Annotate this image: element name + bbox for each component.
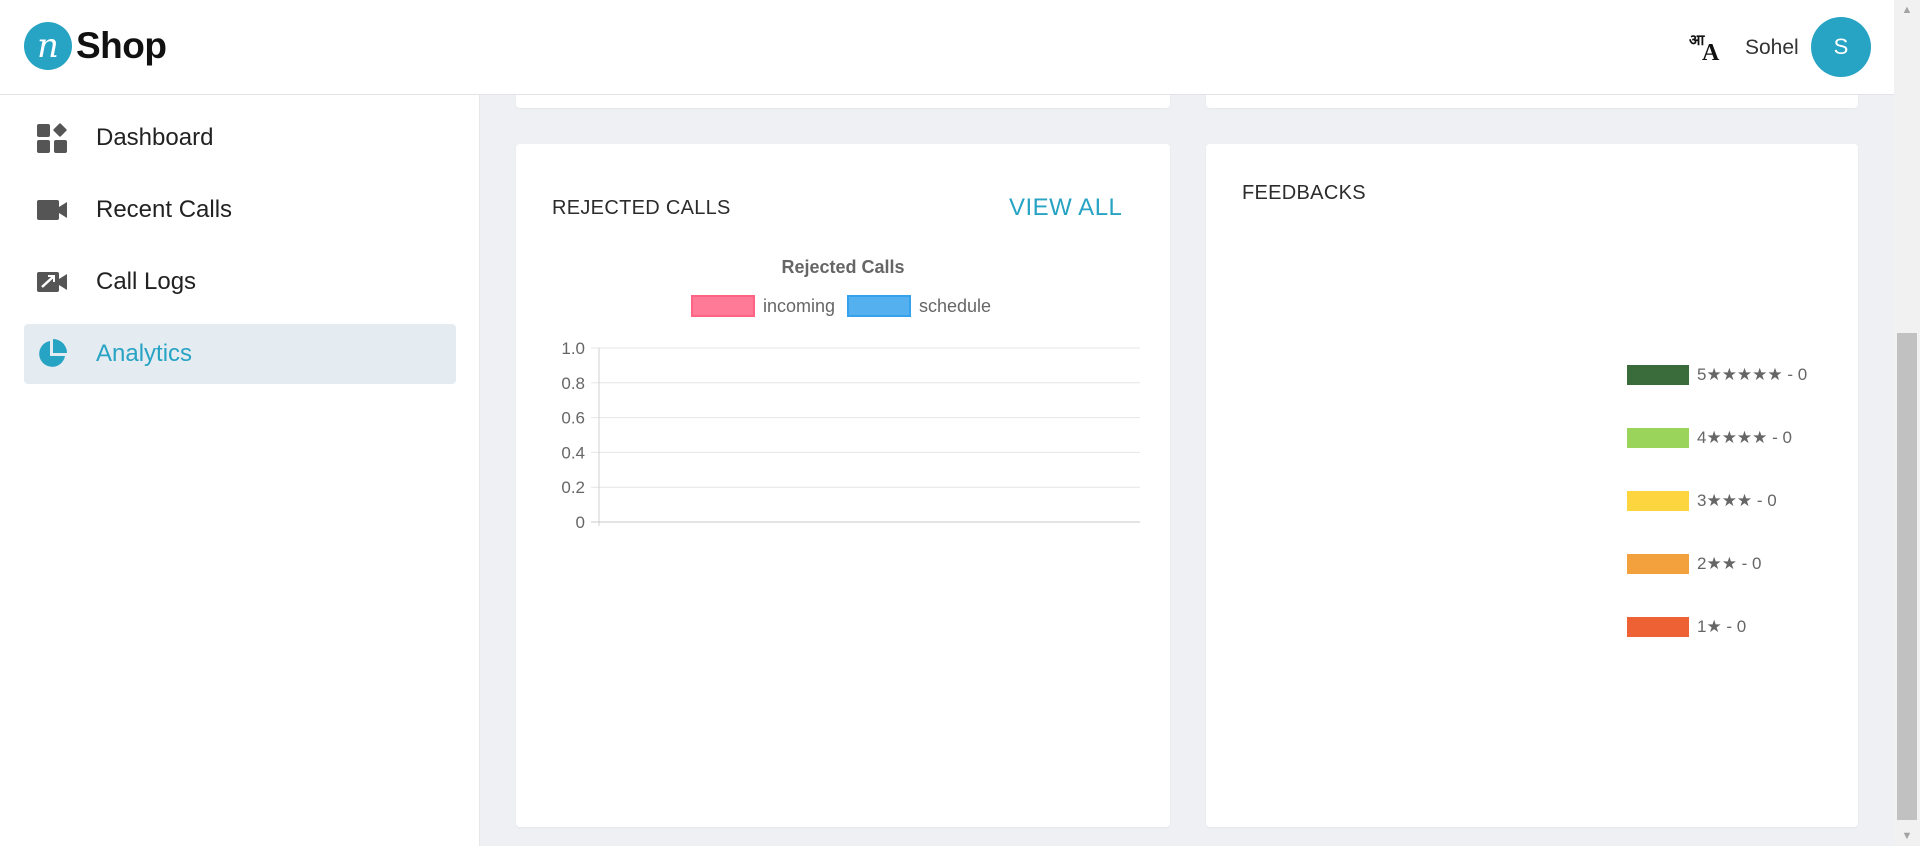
- sidebar-item-recent-calls[interactable]: Recent Calls: [24, 180, 456, 240]
- scroll-up-arrow-icon[interactable]: ▲: [1894, 0, 1920, 20]
- sidebar-item-analytics[interactable]: Analytics: [24, 324, 456, 384]
- legend-item-incoming[interactable]: incoming: [691, 295, 835, 317]
- y-tick-label: 0.4: [561, 443, 585, 462]
- sidebar-item-dashboard[interactable]: Dashboard: [24, 108, 456, 168]
- sidebar-item-label: Analytics: [96, 340, 193, 367]
- legend-label: incoming: [763, 295, 836, 316]
- sidebar-item-call-logs[interactable]: Call Logs: [24, 252, 456, 312]
- chart-title: Rejected Calls: [781, 257, 905, 277]
- legend-swatch-incoming: [691, 295, 755, 317]
- sidebar-item-label: Recent Calls: [96, 196, 233, 223]
- view-all-link[interactable]: VIEW ALL: [1009, 194, 1122, 222]
- y-tick-label: 1.0: [561, 339, 585, 358]
- y-tick-label: 0: [576, 513, 585, 532]
- legend-label: 1★ - 0: [1697, 617, 1747, 636]
- avatar[interactable]: S: [1811, 17, 1871, 77]
- legend-item-schedule[interactable]: schedule: [847, 295, 991, 317]
- legend-swatch: [1627, 428, 1689, 448]
- user-name[interactable]: Sohel: [1745, 36, 1799, 60]
- language-switch-icon[interactable]: आ A: [1688, 30, 1724, 66]
- feedback-legend-item-4[interactable]: 4★★★★ - 0: [1627, 428, 1792, 448]
- language-glyph-latin: A: [1702, 40, 1720, 66]
- y-tick-label: 0.6: [561, 409, 585, 428]
- y-tick-label: 0.8: [561, 374, 585, 393]
- app-logo[interactable]: n Shop: [24, 22, 167, 70]
- rejected-calls-card: REJECTED CALLS VIEW ALL Rejected Calls i…: [516, 144, 1170, 827]
- feedback-legend-item-2[interactable]: 2★★ - 0: [1627, 554, 1762, 574]
- feedback-legend-item-1[interactable]: 1★ - 0: [1627, 617, 1746, 637]
- main-content: REJECTED CALLS VIEW ALL Rejected Calls i…: [480, 75, 1894, 846]
- legend-swatch: [1627, 491, 1689, 511]
- legend-swatch-schedule: [847, 295, 911, 317]
- legend-swatch: [1627, 617, 1689, 637]
- logo-text: Shop: [76, 25, 167, 66]
- scroll-thumb[interactable]: [1897, 333, 1917, 820]
- rejected-calls-title: REJECTED CALLS: [552, 197, 731, 219]
- logo-mark-icon: n: [24, 22, 72, 70]
- feedback-legend-item-3[interactable]: 3★★★ - 0: [1627, 491, 1777, 511]
- legend-label: 2★★ - 0: [1697, 554, 1762, 573]
- call-log-icon: [34, 264, 70, 300]
- legend-label: 4★★★★ - 0: [1697, 428, 1792, 447]
- y-tick-label: 0.2: [561, 478, 585, 497]
- scroll-down-arrow-icon[interactable]: ▼: [1894, 826, 1920, 846]
- feedbacks-title: FEEDBACKS: [1242, 182, 1366, 204]
- sidebar-item-label: Call Logs: [96, 268, 197, 295]
- dashboard-icon: [34, 120, 70, 156]
- sidebar-item-label: Dashboard: [96, 124, 214, 151]
- legend-swatch: [1627, 554, 1689, 574]
- video-camera-icon: [34, 192, 70, 228]
- legend-label: 5★★★★★ - 0: [1697, 365, 1808, 384]
- legend-label: 3★★★ - 0: [1697, 491, 1777, 510]
- pie-chart-icon: [34, 336, 70, 372]
- feedback-legend-item-5[interactable]: 5★★★★★ - 0: [1627, 365, 1807, 385]
- legend-swatch: [1627, 365, 1689, 385]
- rejected-calls-chart: 1.0 0.8 0.6 0.4 0.2 0: [561, 339, 1140, 532]
- sidebar: Dashboard Recent Calls Call Logs Analyti…: [0, 95, 480, 846]
- feedbacks-card: FEEDBACKS 5★★★★★ - 0 4★★★★ - 0 3★★★ - 0 …: [1206, 144, 1858, 827]
- top-bar: n Shop आ A Sohel S: [0, 0, 1894, 95]
- page-scrollbar[interactable]: ▲ ▼: [1894, 0, 1920, 846]
- legend-label: schedule: [919, 295, 992, 316]
